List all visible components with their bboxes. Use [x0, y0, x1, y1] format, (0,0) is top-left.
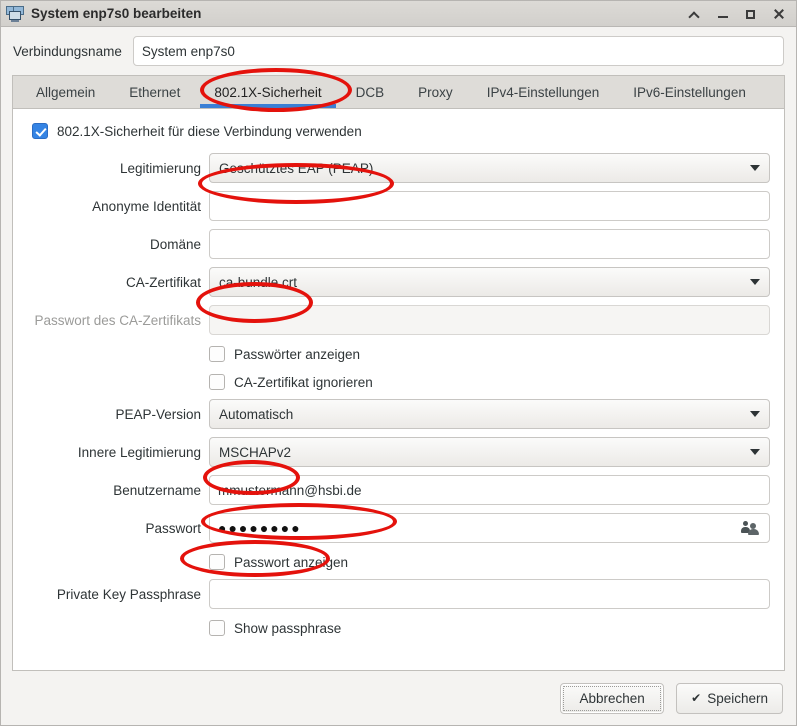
passwort-value: ●●●●●●●●: [218, 520, 302, 536]
tab-allgemein[interactable]: Allgemein: [19, 76, 112, 108]
window-controls: [688, 7, 790, 21]
passwort-input[interactable]: ●●●●●●●●: [209, 513, 770, 543]
cancel-button[interactable]: Abbrechen: [560, 682, 665, 714]
chevron-down-icon: [750, 279, 760, 285]
passwoerter-anzeigen-row[interactable]: Passwörter anzeigen: [209, 346, 770, 362]
row-show-passphrase: Show passphrase: [27, 617, 770, 639]
row-passwort: Passwort ●●●●●●●●: [27, 513, 770, 543]
row-peap-version: PEAP-Version Automatisch: [27, 399, 770, 429]
label-legitimierung: Legitimierung: [119, 160, 201, 176]
label-ca-zertifikat: CA-Zertifikat: [125, 274, 201, 290]
passwort-anzeigen-checkbox[interactable]: [209, 554, 225, 570]
row-ca-zertifikat-ignorieren: CA-Zertifikat ignorieren: [27, 371, 770, 393]
label-innere-legitimierung: Innere Legitimierung: [77, 444, 201, 460]
edit-connection-window: System enp7s0 bearbeiten Verbindungsname…: [0, 0, 797, 726]
row-passwoerter-anzeigen: Passwörter anzeigen: [27, 343, 770, 365]
innere-legitimierung-combo[interactable]: MSCHAPv2: [209, 437, 770, 467]
tab-ipv4-einstellungen[interactable]: IPv4-Einstellungen: [470, 76, 617, 108]
label-private-key-passphrase: Private Key Passphrase: [56, 586, 201, 602]
label-peap-version: PEAP-Version: [115, 406, 201, 422]
save-button-label: Speichern: [707, 690, 768, 706]
row-passwort-anzeigen: Passwort anzeigen: [27, 551, 770, 573]
ca-zertifikat-ignorieren-checkbox[interactable]: [209, 374, 225, 390]
peap-version-combo[interactable]: Automatisch: [209, 399, 770, 429]
show-passphrase-row[interactable]: Show passphrase: [209, 620, 770, 636]
tab-bar: Allgemein Ethernet 802.1X-Sicherheit DCB…: [12, 75, 785, 108]
passwoerter-anzeigen-label: Passwörter anzeigen: [234, 346, 361, 362]
benutzername-input[interactable]: mmustermann@hsbi.de: [209, 475, 770, 505]
connection-name-row: Verbindungsname System enp7s0: [1, 27, 796, 75]
tab-proxy[interactable]: Proxy: [401, 76, 470, 108]
tab-802-1x-sicherheit[interactable]: 802.1X-Sicherheit: [197, 76, 338, 108]
chevron-down-icon: [750, 165, 760, 171]
connection-name-label: Verbindungsname: [13, 43, 122, 59]
label-domaene: Domäne: [149, 236, 201, 252]
row-ca-zertifikat: CA-Zertifikat ca-bundle.crt: [27, 267, 770, 297]
domaene-input[interactable]: [209, 229, 770, 259]
enable-8021x-row[interactable]: 802.1X-Sicherheit für diese Verbindung v…: [32, 123, 770, 139]
shade-icon[interactable]: [688, 7, 702, 21]
minimize-icon[interactable]: [716, 7, 730, 21]
tab-dcb[interactable]: DCB: [339, 76, 402, 108]
tab-panel-802-1x: 802.1X-Sicherheit für diese Verbindung v…: [12, 108, 785, 671]
passwort-anzeigen-label: Passwort anzeigen: [234, 554, 349, 570]
row-innere-legitimierung: Innere Legitimierung MSCHAPv2: [27, 437, 770, 467]
row-anonyme-identitaet: Anonyme Identität: [27, 191, 770, 221]
label-anonyme-identitaet: Anonyme Identität: [92, 198, 201, 214]
maximize-icon[interactable]: [744, 7, 758, 21]
ca-zertifikat-value: ca-bundle.crt: [219, 274, 298, 290]
legitimierung-value: Geschütztes EAP (PEAP): [219, 160, 374, 176]
security-form: Legitimierung Geschütztes EAP (PEAP) Ano…: [27, 153, 770, 639]
ca-zertifikat-passwort-input: [209, 305, 770, 335]
passwort-anzeigen-row[interactable]: Passwort anzeigen: [209, 554, 770, 570]
ca-zertifikat-combo[interactable]: ca-bundle.crt: [209, 267, 770, 297]
innere-legitimierung-value: MSCHAPv2: [219, 444, 292, 460]
save-button[interactable]: ✔ Speichern: [676, 682, 783, 714]
titlebar: System enp7s0 bearbeiten: [1, 1, 796, 27]
users-icon[interactable]: [741, 521, 759, 535]
tab-ethernet[interactable]: Ethernet: [112, 76, 197, 108]
label-passwort: Passwort: [145, 520, 201, 536]
show-passphrase-label: Show passphrase: [234, 620, 342, 636]
ca-zertifikat-ignorieren-row[interactable]: CA-Zertifikat ignorieren: [209, 374, 770, 390]
connection-name-input[interactable]: System enp7s0: [132, 36, 784, 66]
chevron-down-icon: [750, 449, 760, 455]
network-computers-icon: [6, 5, 24, 23]
window-title: System enp7s0 bearbeiten: [31, 6, 202, 21]
settings-notebook: Allgemein Ethernet 802.1X-Sicherheit DCB…: [12, 75, 785, 671]
row-ca-zertifikat-passwort: Passwort des CA-Zertifikats: [27, 305, 770, 335]
show-passphrase-checkbox[interactable]: [209, 620, 225, 636]
label-ca-zertifikat-passwort: Passwort des CA-Zertifikats: [34, 312, 201, 328]
passwoerter-anzeigen-checkbox[interactable]: [209, 346, 225, 362]
row-private-key-passphrase: Private Key Passphrase: [27, 579, 770, 609]
check-icon: ✔: [691, 691, 702, 705]
row-domaene: Domäne: [27, 229, 770, 259]
row-benutzername: Benutzername mmustermann@hsbi.de: [27, 475, 770, 505]
chevron-down-icon: [750, 411, 760, 417]
row-legitimierung: Legitimierung Geschütztes EAP (PEAP): [27, 153, 770, 183]
tab-ipv6-einstellungen[interactable]: IPv6-Einstellungen: [616, 76, 763, 108]
ca-zertifikat-ignorieren-label: CA-Zertifikat ignorieren: [234, 374, 373, 390]
peap-version-value: Automatisch: [219, 406, 294, 422]
label-benutzername: Benutzername: [113, 482, 201, 498]
private-key-passphrase-input[interactable]: [209, 579, 770, 609]
enable-8021x-checkbox[interactable]: [32, 123, 48, 139]
close-icon[interactable]: [772, 7, 786, 21]
dialog-action-bar: Abbrechen ✔ Speichern: [1, 671, 796, 725]
enable-8021x-label: 802.1X-Sicherheit für diese Verbindung v…: [57, 123, 362, 139]
anonyme-identitaet-input[interactable]: [209, 191, 770, 221]
legitimierung-combo[interactable]: Geschütztes EAP (PEAP): [209, 153, 770, 183]
